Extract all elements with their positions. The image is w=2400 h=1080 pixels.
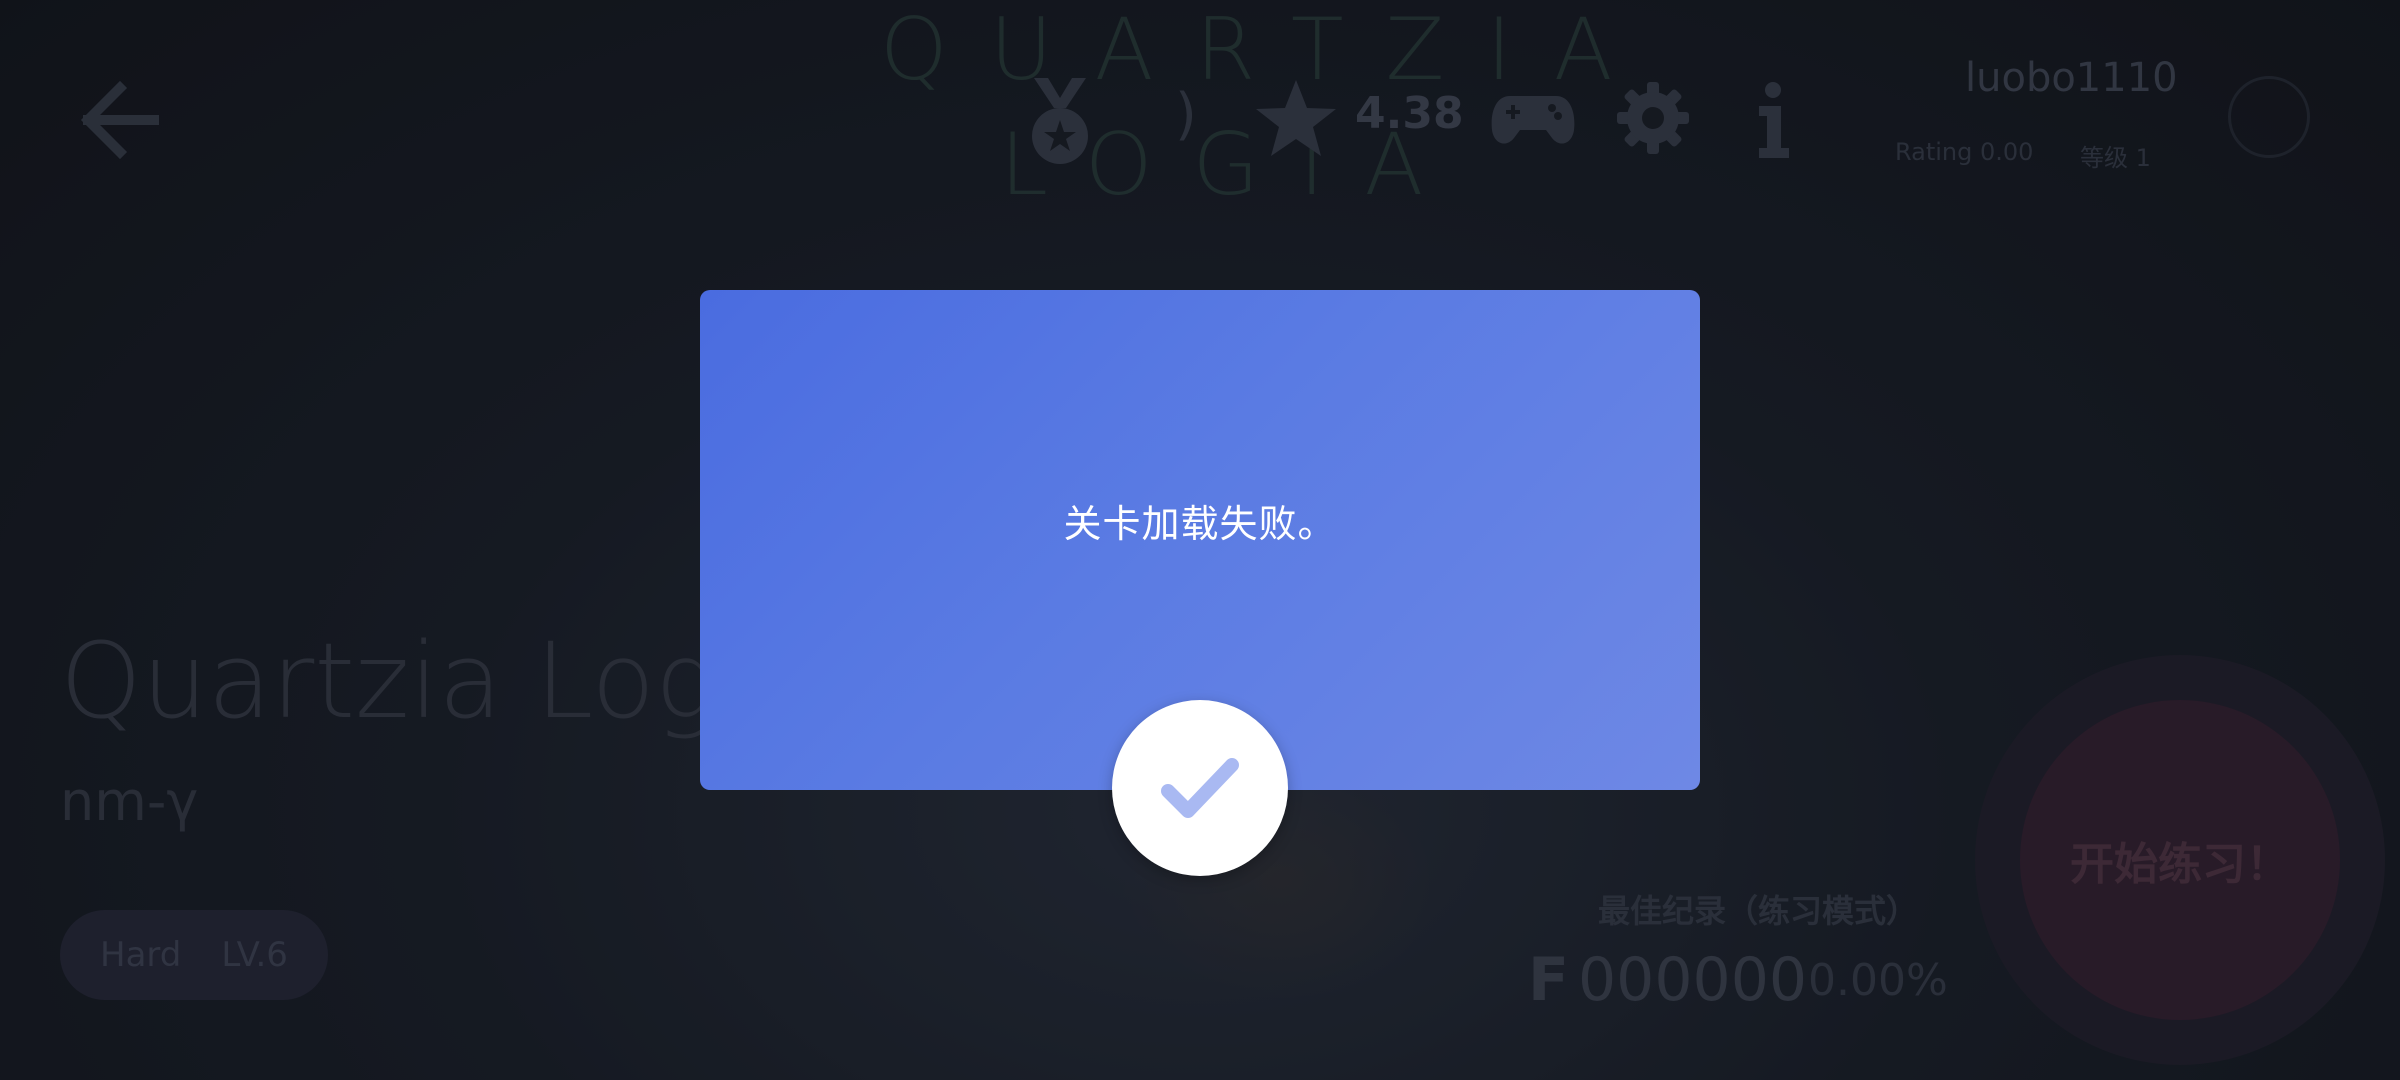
app-screen: QUARTZIA LOGIA ) 4.38 luobo1110 Rating 0…: [0, 0, 2400, 1080]
check-icon: [1161, 758, 1239, 818]
confirm-button[interactable]: [1112, 700, 1288, 876]
